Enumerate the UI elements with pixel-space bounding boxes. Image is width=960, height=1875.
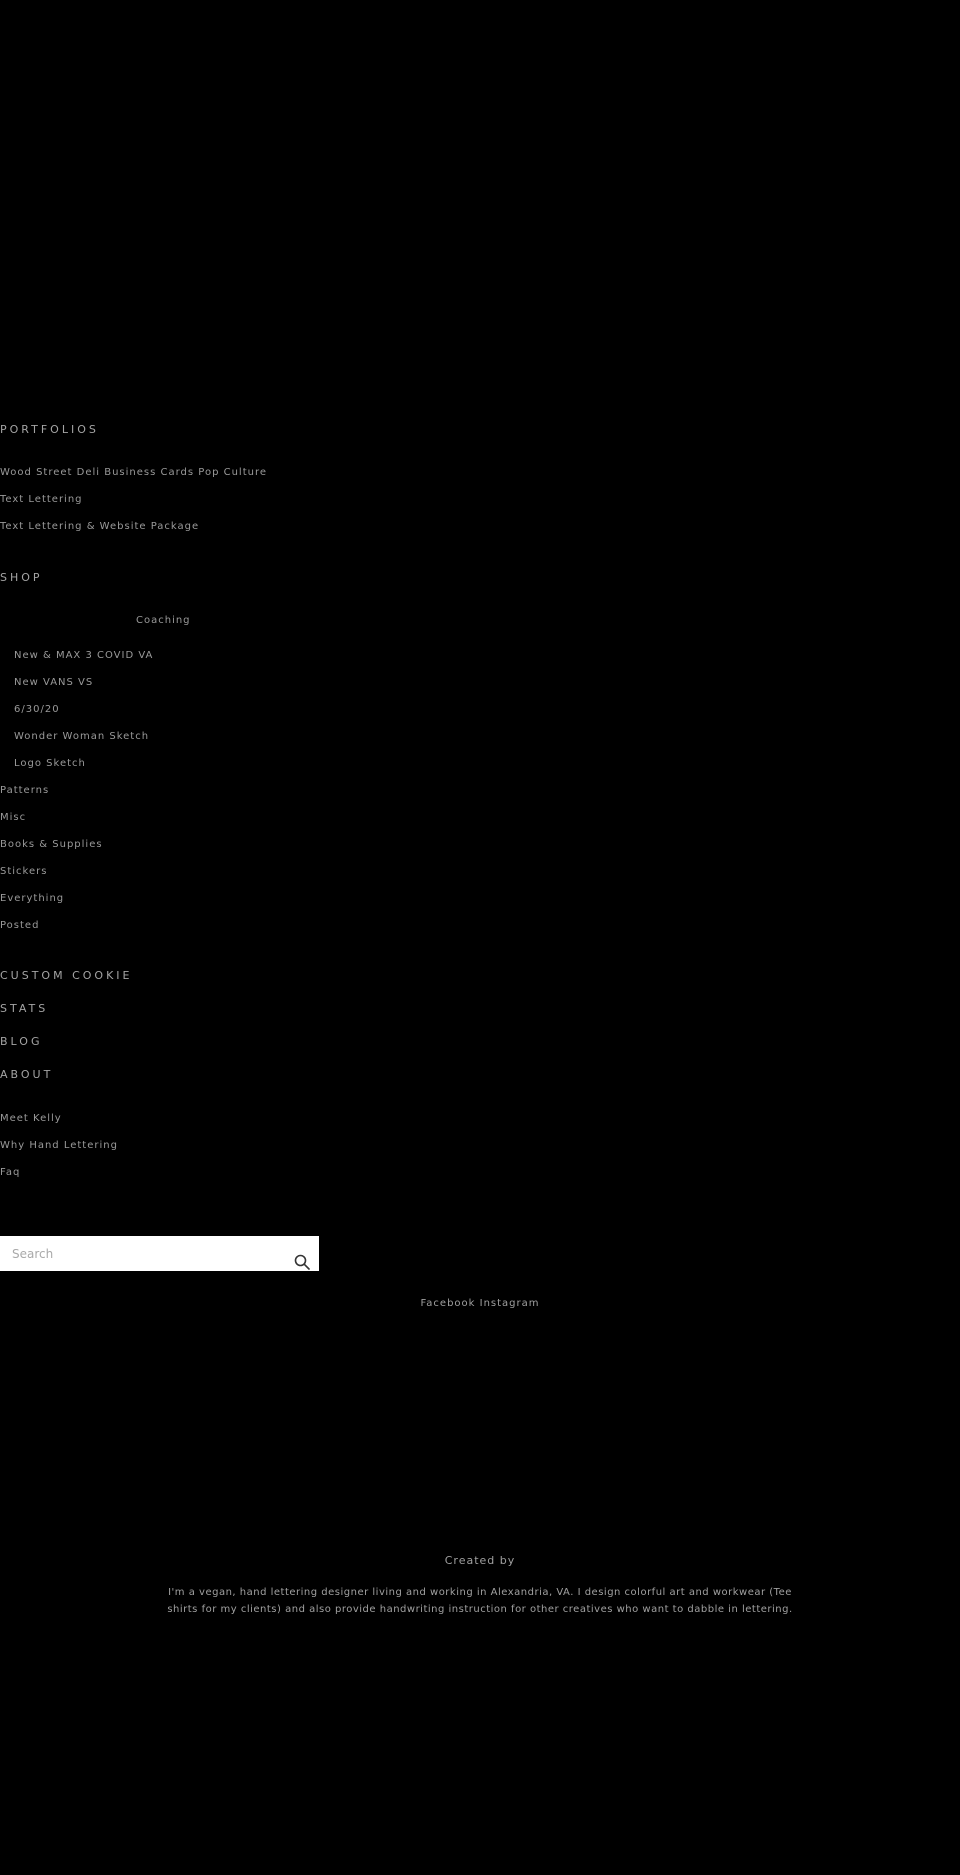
menu-item-posted[interactable]: Posted <box>0 921 39 931</box>
menu-heading-about[interactable]: ABOUT <box>0 1069 53 1080</box>
about-description: I'm a vegan, hand lettering designer liv… <box>167 1587 793 1615</box>
menu-item-text-lettering[interactable]: Text Lettering <box>0 495 83 505</box>
menu-item-wood-street-deli[interactable]: Wood Street Deli Business Cards Pop Cult… <box>0 468 267 478</box>
menu-item-books-supplies[interactable]: Books & Supplies <box>0 840 103 850</box>
menu-item-why-hand-lettering[interactable]: Why Hand Lettering <box>0 1141 118 1151</box>
menu-item-everything[interactable]: Everything <box>0 894 64 904</box>
menu-item-misc[interactable]: Misc <box>0 813 26 823</box>
menu-heading-custom-cookie[interactable]: CUSTOM COOKIE <box>0 970 132 981</box>
menu-heading-blog[interactable]: BLOG <box>0 1036 42 1047</box>
menu-item-new-max[interactable]: New & MAX 3 COVID VA <box>14 651 153 661</box>
menu-item-coaching[interactable]: Coaching <box>136 616 191 626</box>
menu-item-date[interactable]: 6/30/20 <box>14 705 60 715</box>
menu-item-new-vans[interactable]: New VANS VS <box>14 678 93 688</box>
search-input[interactable] <box>0 1236 280 1271</box>
menu-item-faq[interactable]: Faq <box>0 1168 20 1178</box>
menu-item-wonder-woman[interactable]: Wonder Woman Sketch <box>14 732 149 742</box>
menu-item-stickers[interactable]: Stickers <box>0 867 47 877</box>
menu-heading-shop[interactable]: SHOP <box>0 572 43 583</box>
search-icon[interactable] <box>294 1254 310 1270</box>
social-links[interactable]: Facebook Instagram <box>0 1298 960 1309</box>
search-form <box>0 1236 319 1271</box>
menu-heading-portfolios[interactable]: PORTFOLIOS <box>0 424 99 435</box>
menu-item-lettering-website-package[interactable]: Text Lettering & Website Package <box>0 522 199 532</box>
menu-item-logo-sketch[interactable]: Logo Sketch <box>14 759 86 769</box>
menu-heading-stats[interactable]: STATS <box>0 1003 48 1014</box>
menu-item-meet-kelly[interactable]: Meet Kelly <box>0 1114 62 1124</box>
menu-item-patterns[interactable]: Patterns <box>0 786 49 796</box>
about-title: Created by <box>444 1554 516 1567</box>
